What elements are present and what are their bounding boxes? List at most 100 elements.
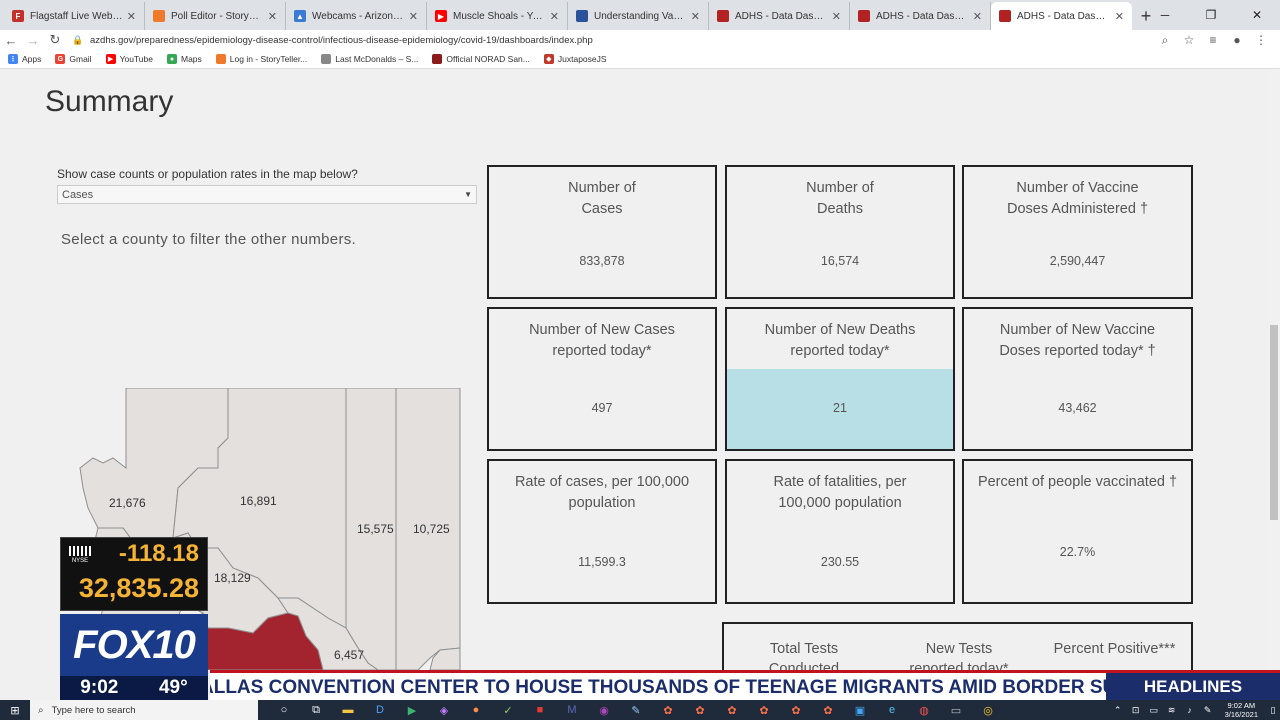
bookmark-item[interactable]: ● Maps bbox=[166, 54, 202, 64]
app-purple-icon[interactable]: ◉ bbox=[588, 700, 620, 720]
bookmark-item[interactable]: ⋮ Apps bbox=[8, 54, 41, 64]
tab-favicon-icon bbox=[717, 10, 729, 22]
deaths-card[interactable]: Number of Deaths 16,574 bbox=[725, 165, 955, 299]
pen-tray-icon[interactable]: ✎ bbox=[1199, 705, 1217, 716]
app-m-icon[interactable]: M bbox=[556, 700, 588, 720]
app-d-icon[interactable]: D bbox=[364, 700, 396, 720]
zoom-icon[interactable]: ⌕ bbox=[1156, 33, 1174, 48]
task-view-icon[interactable]: ⧉ bbox=[300, 700, 332, 720]
tab-label: Webcams - Arizona Snowb bbox=[312, 10, 405, 22]
3d-viewer-icon[interactable]: ◈ bbox=[428, 700, 460, 720]
county-value-mohave[interactable]: 21,676 bbox=[109, 496, 146, 510]
app-check-icon[interactable]: ✓ bbox=[492, 700, 524, 720]
card-value: 2,590,447 bbox=[1049, 254, 1106, 268]
battery-icon[interactable]: ▭ bbox=[1145, 705, 1163, 716]
new-cases-card[interactable]: Number of New Cases reported today* 497 bbox=[487, 307, 717, 451]
bookmark-item[interactable]: Log in - StoryTeller... bbox=[215, 54, 307, 64]
app-blue-icon[interactable]: ▣ bbox=[844, 700, 876, 720]
app-swirl-icon-2[interactable]: ✿ bbox=[684, 700, 716, 720]
app-gray-icon[interactable]: ▭ bbox=[940, 700, 972, 720]
county-value-coconino[interactable]: 16,891 bbox=[240, 494, 277, 508]
new-vaccine-doses-card[interactable]: Number of New Vaccine Doses reported toda… bbox=[962, 307, 1193, 451]
browser-tab[interactable]: ▶ Muscle Shoals - YouTube ✕ bbox=[427, 2, 568, 30]
new-deaths-card[interactable]: Number of New Deaths reported today* 21 bbox=[725, 307, 955, 451]
media-icon[interactable]: ≡ bbox=[1204, 33, 1222, 48]
forward-icon[interactable]: → bbox=[22, 33, 44, 48]
maximize-icon[interactable]: ❐ bbox=[1188, 0, 1234, 30]
taskbar-search[interactable]: ⌕ Type here to search bbox=[30, 700, 258, 720]
reload-icon[interactable]: ↻ bbox=[44, 32, 66, 48]
minimize-icon[interactable]: ─ bbox=[1142, 0, 1188, 30]
taskbar-search-placeholder: Type here to search bbox=[51, 704, 136, 716]
system-tray: ⌃ ⊡ ▭ ≋ ♪ ✎ 9:02 AM 3/16/2021 ▯ bbox=[1109, 700, 1280, 720]
app-swirl-icon-5[interactable]: ✿ bbox=[780, 700, 812, 720]
back-icon[interactable]: ← bbox=[0, 33, 22, 48]
tab-label: Muscle Shoals - YouTube bbox=[453, 10, 546, 22]
tray-chevron-icon[interactable]: ⌃ bbox=[1109, 705, 1127, 716]
close-window-icon[interactable]: ✕ bbox=[1234, 0, 1280, 30]
vaccine-doses-card[interactable]: Number of Vaccine Doses Administered † 2,5… bbox=[962, 165, 1193, 299]
browser-tab[interactable]: ADHS - Data Dashboard ✕ bbox=[991, 2, 1132, 30]
browser-tab[interactable]: ▲ Webcams - Arizona Snowb ✕ bbox=[286, 2, 427, 30]
bookmark-item[interactable]: Last McDonalds – S... bbox=[321, 54, 418, 64]
bookmark-star-icon[interactable]: ☆ bbox=[1180, 33, 1198, 48]
bookmark-label: Maps bbox=[180, 54, 202, 64]
app-red-circle-icon[interactable]: ◍ bbox=[908, 700, 940, 720]
percent-vaccinated-card[interactable]: Percent of people vaccinated † 22.7% bbox=[962, 459, 1193, 604]
tab-close-icon[interactable]: ✕ bbox=[409, 10, 418, 23]
media-player-icon[interactable]: ▶ bbox=[396, 700, 428, 720]
tab-close-icon[interactable]: ✕ bbox=[1115, 10, 1124, 23]
county-value-gila[interactable]: 6,457 bbox=[334, 648, 364, 662]
tab-close-icon[interactable]: ✕ bbox=[268, 10, 277, 23]
bookmark-icon: G bbox=[55, 54, 66, 64]
cases-card[interactable]: Number of Cases 833,878 bbox=[487, 165, 717, 299]
tab-close-icon[interactable]: ✕ bbox=[691, 10, 700, 23]
volume-icon[interactable]: ♪ bbox=[1181, 705, 1199, 715]
tab-close-icon[interactable]: ✕ bbox=[550, 10, 559, 23]
menu-icon[interactable]: ⋮ bbox=[1252, 33, 1270, 48]
chrome-icon[interactable]: ◎ bbox=[972, 700, 1004, 720]
page-scrollbar[interactable] bbox=[1268, 70, 1280, 670]
app-swirl-icon-1[interactable]: ✿ bbox=[652, 700, 684, 720]
county-value-navajo[interactable]: 15,575 bbox=[357, 522, 394, 536]
app-swirl-icon-4[interactable]: ✿ bbox=[748, 700, 780, 720]
card-title: Number of New Vaccine Doses reported toda… bbox=[999, 322, 1156, 359]
app-orange-icon[interactable]: ● bbox=[460, 700, 492, 720]
browser-tab[interactable]: F Flagstaff Live Webcams - D ✕ bbox=[4, 2, 145, 30]
county-value-apache[interactable]: 10,725 bbox=[413, 522, 450, 536]
tab-close-icon[interactable]: ✕ bbox=[127, 10, 136, 23]
edge-icon[interactable]: e bbox=[876, 700, 908, 720]
file-explorer-icon[interactable]: ▬ bbox=[332, 700, 364, 720]
tab-close-icon[interactable]: ✕ bbox=[973, 10, 982, 23]
network-icon[interactable]: ⊡ bbox=[1127, 705, 1145, 716]
browser-tab[interactable]: ADHS - Data Dashboard ✕ bbox=[709, 2, 850, 30]
fatality-rate-card[interactable]: Rate of fatalities, per 100,000 populatio… bbox=[725, 459, 955, 604]
browser-tab[interactable]: ADHS - Data Dashboard ✕ bbox=[850, 2, 991, 30]
bookmark-item[interactable]: ▶ YouTube bbox=[105, 54, 153, 64]
app-swirl-icon-3[interactable]: ✿ bbox=[716, 700, 748, 720]
browser-tab[interactable]: Poll Editor - StoryTeller Poll ✕ bbox=[145, 2, 286, 30]
county-value-yavapai[interactable]: 18,129 bbox=[214, 571, 251, 585]
app-swirl-icon-6[interactable]: ✿ bbox=[812, 700, 844, 720]
bookmark-label: Gmail bbox=[69, 54, 92, 64]
map-mode-select[interactable]: Cases ▼ bbox=[57, 185, 477, 204]
cortana-icon[interactable]: ○ bbox=[268, 700, 300, 720]
notifications-icon[interactable]: ▯ bbox=[1266, 705, 1280, 716]
bookmark-item[interactable]: G Gmail bbox=[55, 54, 92, 64]
window-controls: ─ ❐ ✕ bbox=[1142, 0, 1280, 30]
scrollbar-thumb[interactable] bbox=[1270, 325, 1278, 520]
windows-start-icon[interactable]: ⊞ bbox=[0, 704, 30, 717]
taskbar-clock[interactable]: 9:02 AM 3/16/2021 bbox=[1217, 701, 1266, 719]
wifi-icon[interactable]: ≋ bbox=[1163, 705, 1181, 716]
case-rate-card[interactable]: Rate of cases, per 100,000 population 11,5… bbox=[487, 459, 717, 604]
app-pen-icon[interactable]: ✎ bbox=[620, 700, 652, 720]
browser-tab[interactable]: Understanding Vaccination ✕ bbox=[568, 2, 709, 30]
url-field[interactable]: 🔒 azdhs.gov/preparedness/epidemiology-di… bbox=[72, 31, 1156, 49]
bookmark-item[interactable]: Official NORAD San... bbox=[432, 54, 530, 64]
tab-close-icon[interactable]: ✕ bbox=[832, 10, 841, 23]
tests-card[interactable]: Total Tests Conducted New Tests reported t… bbox=[722, 622, 1193, 670]
profile-avatar-icon[interactable]: ● bbox=[1228, 33, 1246, 48]
bookmark-icon: ● bbox=[166, 54, 177, 64]
bookmark-item[interactable]: ◆ JuxtaposeJS bbox=[543, 54, 607, 64]
app-red-icon[interactable]: ■ bbox=[524, 700, 556, 720]
